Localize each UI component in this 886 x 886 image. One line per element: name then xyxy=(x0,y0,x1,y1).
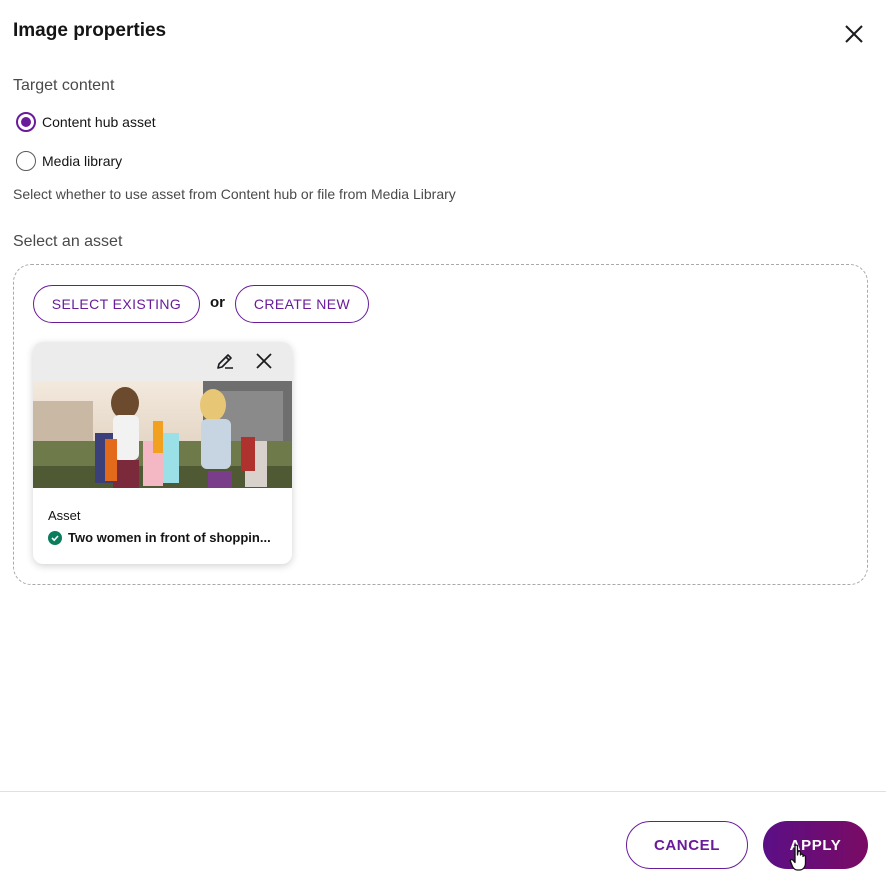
radio-content-hub-asset[interactable]: Content hub asset xyxy=(16,111,156,133)
radio-label-content-hub: Content hub asset xyxy=(42,114,156,130)
select-existing-button[interactable]: SELECT EXISTING xyxy=(33,285,200,323)
asset-status: Two women in front of shoppin... xyxy=(48,530,271,545)
close-dialog-button[interactable] xyxy=(840,20,868,48)
edit-asset-button[interactable] xyxy=(214,350,236,372)
close-icon xyxy=(845,25,863,43)
create-new-button[interactable]: CREATE NEW xyxy=(235,285,369,323)
asset-card: Asset Two women in front of shoppin... xyxy=(33,342,292,564)
asset-caption: Asset xyxy=(48,508,81,523)
dialog-title: Image properties xyxy=(13,20,167,41)
or-separator: or xyxy=(210,294,225,311)
asset-name: Two women in front of shoppin... xyxy=(68,530,271,545)
target-content-label: Target content xyxy=(13,77,115,94)
radio-unselected-icon[interactable] xyxy=(16,151,36,171)
check-circle-icon xyxy=(48,530,62,545)
remove-asset-button[interactable] xyxy=(253,350,275,372)
asset-thumbnail xyxy=(33,381,292,488)
radio-media-library[interactable]: Media library xyxy=(16,150,122,172)
edit-icon xyxy=(217,354,233,369)
select-asset-label: Select an asset xyxy=(13,233,123,250)
footer-divider xyxy=(0,791,886,792)
cancel-button[interactable]: CANCEL xyxy=(626,821,748,869)
apply-button[interactable]: APPLY xyxy=(763,821,868,869)
radio-label-media-library: Media library xyxy=(42,153,123,169)
radio-selected-icon[interactable] xyxy=(16,112,36,132)
close-icon xyxy=(256,353,272,369)
target-content-helper: Select whether to use asset from Content… xyxy=(13,186,456,202)
